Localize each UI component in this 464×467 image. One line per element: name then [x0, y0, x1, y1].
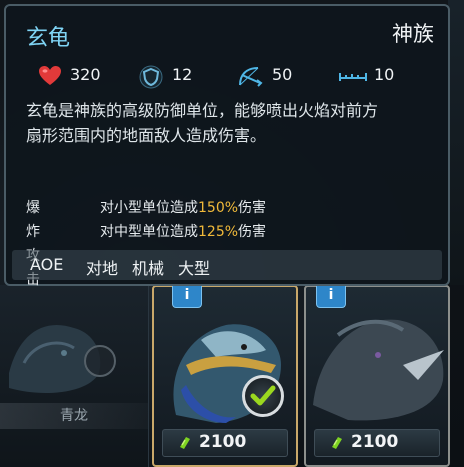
rhino-portrait — [313, 319, 444, 421]
gem-icon — [332, 437, 342, 449]
tag-large: 大型 — [178, 259, 211, 278]
unit-card-name: 青龙 — [0, 403, 148, 429]
unit-description: 玄龟是神族的高级防御单位，能够喷出火焰对前方 扇形范围内的地面敌人造成伤害。 — [26, 98, 440, 148]
ruler-icon — [339, 73, 367, 81]
selected-badge — [242, 375, 284, 417]
stat-attack-value: 50 — [272, 65, 293, 84]
unit-faction: 神族 — [392, 22, 434, 46]
description-line: 扇形范围内的地面敌人造成伤害。 — [26, 126, 267, 145]
shield-icon — [139, 65, 163, 89]
unit-tags: AOE 对地 机械 大型 — [12, 250, 442, 280]
unit-card-xuangui[interactable]: i 2100 — [152, 285, 298, 467]
locked-badge — [84, 345, 116, 377]
unit-cost-value: 2100 — [351, 432, 399, 452]
background-panel-edge — [448, 0, 464, 285]
tag-ground: 对地 — [86, 259, 119, 278]
bonus-medium: 对中型单位造成125%伤害 — [100, 224, 267, 240]
unit-info-button[interactable]: i — [316, 285, 346, 308]
tag-mechanical: 机械 — [132, 259, 165, 278]
bonus-small: 对小型单位造成150%伤害 — [100, 200, 267, 216]
stat-health-value: 320 — [70, 65, 101, 84]
stat-armor-value: 12 — [172, 65, 193, 84]
unit-cost: 2100 — [314, 429, 440, 457]
heart-icon — [39, 66, 61, 85]
bow-icon — [239, 67, 263, 87]
unit-card-qinglong[interactable]: 青龙 — [0, 285, 149, 467]
unit-card-rhino[interactable]: i 2100 — [304, 285, 450, 467]
unit-cost-value: 2100 — [199, 432, 247, 452]
unit-cost: 2100 — [162, 429, 288, 457]
checkmark-icon — [250, 385, 276, 406]
unit-tooltip-panel: 玄龟 神族 320 12 50 10 玄龟是神族的高级防御单位，能够喷出火焰对前… — [4, 4, 450, 288]
unit-name: 玄龟 — [26, 26, 71, 51]
gem-icon — [180, 437, 190, 449]
unit-info-button[interactable]: i — [172, 285, 202, 308]
unit-stats: 320 12 50 10 — [30, 62, 450, 90]
description-line: 玄龟是神族的高级防御单位，能够喷出火焰对前方 — [26, 101, 379, 120]
tag-aoe: AOE — [30, 255, 64, 274]
stat-range-value: 10 — [374, 65, 395, 84]
